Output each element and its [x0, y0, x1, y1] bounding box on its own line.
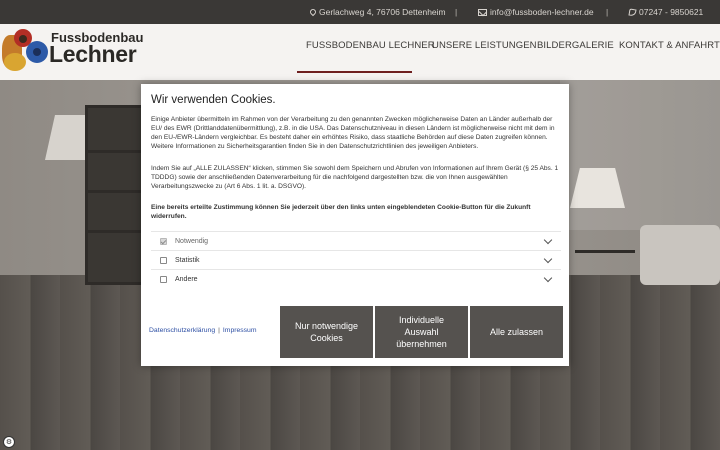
statistik-checkbox[interactable] [160, 256, 167, 264]
phone-item[interactable]: 07247 - 9850621 [628, 7, 703, 17]
notwendig-checkbox [160, 237, 167, 245]
cookie-option-notwendig[interactable]: Notwendig [151, 231, 561, 250]
imprint-link[interactable]: Impressum [223, 327, 257, 334]
location-pin-icon [308, 7, 318, 17]
cookie-info-paragraph: Einige Anbieter übermitteln im Rahmen vo… [151, 116, 555, 150]
link-separator: | [218, 327, 220, 334]
accept-individual-selection-button[interactable]: Individuelle Auswahl übernehmen [375, 306, 468, 358]
cookie-option-andere[interactable]: Andere [151, 269, 561, 288]
top-contact-bar: Gerlachweg 4, 76706 Dettenheim | info@fu… [0, 0, 720, 24]
chevron-down-icon[interactable] [543, 273, 553, 283]
topbar-separator: | [606, 7, 609, 17]
cookie-option-label: Statistik [175, 256, 200, 264]
brand-name-line2[interactable]: Lechner [49, 41, 137, 68]
email-item[interactable]: info@fussboden-lechner.de [478, 7, 594, 17]
nav-item-bildergalerie[interactable]: BILDERGALERIE [537, 40, 614, 51]
phone-link[interactable]: 07247 - 9850621 [639, 7, 703, 17]
cookie-consent-dialog: Wir verwenden Cookies. Einige Anbieter ü… [141, 84, 569, 366]
email-link[interactable]: info@fussboden-lechner.de [490, 7, 594, 17]
nav-item-kontakt-anfahrt[interactable]: KONTAKT & ANFAHRT [619, 40, 720, 51]
accept-all-button[interactable]: Alle zulassen [470, 306, 563, 358]
nav-item-unsere-leistungen[interactable]: UNSERE LEISTUNGEN [432, 40, 537, 51]
cookie-dialog-links: Datenschutzerklärung | Impressum [149, 327, 257, 334]
privacy-policy-link[interactable]: Datenschutzerklärung [149, 327, 215, 334]
andere-checkbox[interactable] [160, 275, 167, 283]
cookie-revoke-paragraph: Eine bereits erteilte Zustimmung können … [151, 204, 531, 220]
cookie-option-statistik[interactable]: Statistik [151, 250, 561, 269]
chevron-down-icon[interactable] [543, 254, 553, 264]
address-text: Gerlachweg 4, 76706 Dettenheim [319, 7, 446, 17]
logo-rolls-image[interactable] [0, 27, 48, 71]
topbar-separator: | [455, 7, 458, 17]
chevron-down-icon[interactable] [543, 235, 553, 245]
only-necessary-cookies-button[interactable]: Nur notwendige Cookies [280, 306, 373, 358]
active-nav-indicator [297, 71, 412, 73]
cookie-dialog-title: Wir verwenden Cookies. [151, 94, 276, 106]
nav-item-fussbodenbau-lechner[interactable]: FUSSBODENBAU LECHNER [306, 40, 435, 51]
envelope-icon [478, 8, 487, 16]
address-item: Gerlachweg 4, 76706 Dettenheim [308, 7, 446, 17]
cookie-option-label: Andere [175, 275, 198, 283]
cookie-consent-paragraph: Indem Sie auf „ALLE ZULASSEN“ klicken, s… [151, 165, 559, 190]
phone-icon [628, 7, 637, 17]
cookie-option-label: Notwendig [175, 237, 209, 245]
cookie-settings-icon[interactable]: ⚙ [3, 436, 15, 448]
